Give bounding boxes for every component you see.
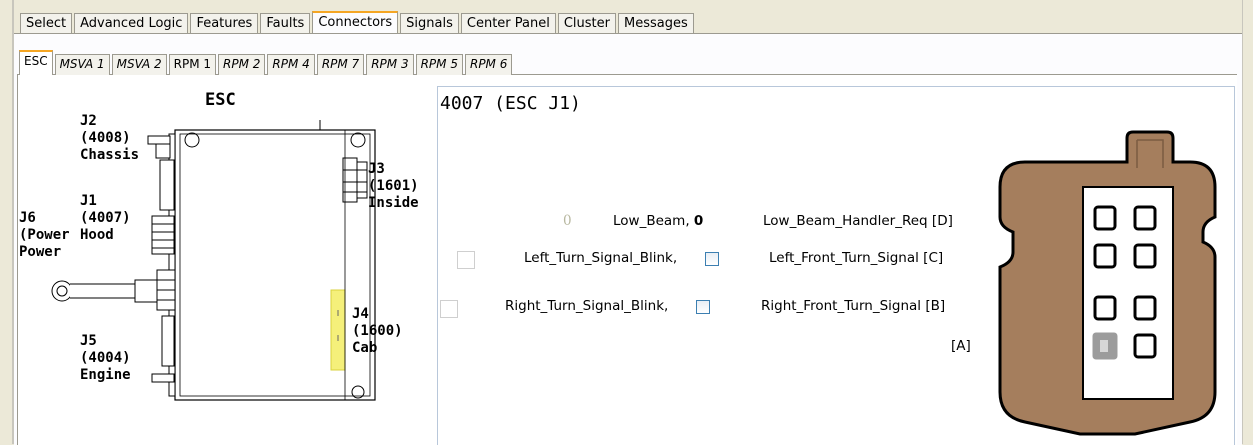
signal-checkbox-c-faint[interactable] [457, 251, 475, 269]
pin-label-b: Right_Front_Turn_Signal [B] [761, 298, 946, 314]
tab-faults[interactable]: Faults [260, 13, 311, 33]
esc-diagram-title: ESC [205, 90, 236, 110]
tab-features[interactable]: Features [190, 13, 259, 33]
subtab-rpm-3[interactable]: RPM 3 [366, 54, 414, 75]
connector-title: 4007 (ESC J1) [440, 93, 581, 114]
label-j6: J6 [19, 210, 36, 226]
subtab-msva-2[interactable]: MSVA 2 [111, 54, 167, 75]
signal-checkbox-b-faint[interactable] [440, 300, 458, 318]
subtab-rpm-6[interactable]: RPM 6 [464, 54, 513, 75]
signal-name-b: Right_Turn_Signal_Blink, [505, 298, 669, 314]
pin-label-d: Low_Beam_Handler_Req [D] [763, 213, 953, 229]
label-j5: J5 (4004) Engine [80, 333, 131, 383]
tab-signals[interactable]: Signals [400, 13, 459, 33]
window-right-edge [1242, 0, 1243, 444]
label-j3: J3 (1601) Inside [368, 161, 419, 211]
subtab-rpm-5[interactable]: RPM 5 [415, 54, 463, 75]
subtab-rpm-4[interactable]: RPM 4 [267, 54, 315, 75]
tab-messages[interactable]: Messages [618, 13, 694, 33]
label-j1: J1 (4007) [80, 193, 131, 226]
connector-4007-graphic [998, 130, 1217, 436]
signal-value-d: 0 [563, 213, 572, 229]
signal-name-c: Left_Turn_Signal_Blink, [524, 250, 678, 266]
pin-label-a: [A] [951, 338, 971, 354]
subtab-rpm-1[interactable]: RPM 1 [168, 54, 217, 75]
signal-name-d: Low_Beam, 0 [613, 213, 704, 229]
label-hood: Hood [80, 227, 114, 243]
tab-cluster[interactable]: Cluster [557, 13, 616, 33]
subtab-rpm-2[interactable]: RPM 2 [218, 54, 266, 75]
label-power-paren: (Power [19, 227, 70, 243]
main-tab-bar: Select Advanced Logic Features Faults Co… [20, 11, 696, 33]
subtab-esc[interactable]: ESC [19, 50, 53, 75]
label-j2: J2 (4008) Chassis [80, 113, 140, 163]
pin-label-c: Left_Front_Turn_Signal [C] [769, 250, 944, 266]
tab-center-panel[interactable]: Center Panel [460, 13, 556, 33]
subtab-rpm-7[interactable]: RPM 7 [316, 54, 365, 75]
module-tab-bar: ESC MSVA 1 MSVA 2 RPM 1 RPM 2 RPM 4 RPM … [19, 50, 514, 75]
tab-advanced-logic[interactable]: Advanced Logic [74, 13, 189, 33]
signal-checkbox-c[interactable] [705, 252, 719, 266]
tab-select[interactable]: Select [20, 13, 73, 33]
label-power: Power [19, 244, 62, 260]
signal-checkbox-b[interactable] [696, 300, 710, 314]
tab-connectors[interactable]: Connectors [312, 11, 399, 33]
subtab-msva-1[interactable]: MSVA 1 [54, 54, 110, 75]
label-j4[interactable]: J4 (1600) Cab [352, 306, 403, 357]
